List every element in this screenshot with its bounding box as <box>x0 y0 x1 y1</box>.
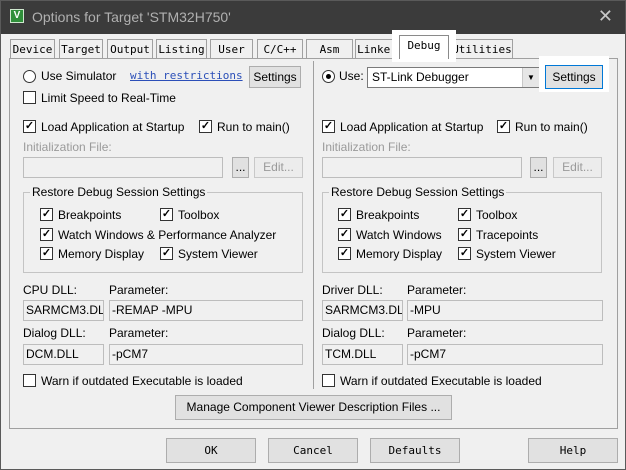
warn-outdated-label-right: Warn if outdated Executable is loaded <box>340 374 542 388</box>
dialog-param-label-left: Parameter: <box>109 326 169 340</box>
warn-outdated-checkbox-left[interactable] <box>23 374 36 387</box>
tab-device[interactable]: Device <box>10 39 55 59</box>
cpu-param-field[interactable]: -REMAP -MPU <box>109 300 303 321</box>
driver-dll-field[interactable]: SARMCM3.DLL <box>322 300 403 321</box>
manage-component-viewer-button[interactable]: Manage Component Viewer Description File… <box>175 395 452 420</box>
init-file-browse-right[interactable]: ... <box>530 157 547 178</box>
tracepoints-checkbox-right[interactable]: ✓ <box>458 228 471 241</box>
init-file-label-right: Initialization File: <box>322 140 411 154</box>
driver-param-label: Parameter: <box>407 283 467 297</box>
watch-windows-checkbox-left[interactable]: ✓ <box>40 228 53 241</box>
warn-outdated-checkbox-right[interactable] <box>322 374 335 387</box>
use-debugger-radio[interactable] <box>322 70 335 83</box>
breakpoints-checkbox-right[interactable]: ✓ <box>338 208 351 221</box>
cancel-button[interactable]: Cancel <box>268 438 358 463</box>
tab-asm[interactable]: Asm <box>306 39 353 59</box>
toolbox-checkbox-right[interactable]: ✓ <box>458 208 471 221</box>
keil-app-icon: V <box>10 9 24 23</box>
run-main-checkbox-right[interactable]: ✓ <box>497 120 510 133</box>
cpu-dll-label: CPU DLL: <box>23 283 78 297</box>
init-file-browse-left[interactable]: ... <box>232 157 249 178</box>
cpu-param-label: Parameter: <box>109 283 169 297</box>
title-bar: V Options for Target 'STM32H750' ✕ <box>1 1 625 34</box>
dialog-param-field-right[interactable]: -pCM7 <box>407 344 603 365</box>
memory-display-label-left: Memory Display <box>58 247 145 261</box>
tab-user[interactable]: User <box>210 39 253 59</box>
with-restrictions-link[interactable]: with restrictions <box>130 69 243 82</box>
init-file-edit-right[interactable]: Edit... <box>553 157 602 178</box>
simulator-settings-button[interactable]: Settings <box>249 66 301 88</box>
driver-dll-label: Driver DLL: <box>322 283 383 297</box>
dialog-param-field-left[interactable]: -pCM7 <box>109 344 303 365</box>
run-main-checkbox-left[interactable]: ✓ <box>199 120 212 133</box>
memory-display-checkbox-left[interactable]: ✓ <box>40 247 53 260</box>
tab-c-cpp[interactable]: C/C++ <box>257 39 303 59</box>
dialog-dll-label-right: Dialog DLL: <box>322 326 385 340</box>
defaults-button[interactable]: Defaults <box>370 438 460 463</box>
watch-windows-label-right: Watch Windows <box>356 228 442 242</box>
init-file-edit-left[interactable]: Edit... <box>254 157 303 178</box>
close-icon[interactable]: ✕ <box>598 6 613 27</box>
dialog-param-label-right: Parameter: <box>407 326 467 340</box>
dialog-dll-field-right[interactable]: TCM.DLL <box>322 344 403 365</box>
load-app-checkbox-left[interactable]: ✓ <box>23 120 36 133</box>
window-title: Options for Target 'STM32H750' <box>32 9 231 25</box>
tab-debug[interactable]: Debug <box>399 35 449 59</box>
init-file-input-left[interactable] <box>23 157 223 178</box>
tab-utilities[interactable]: Utilities <box>451 39 513 59</box>
restore-group-title-left: Restore Debug Session Settings <box>30 185 208 199</box>
use-simulator-label: Use Simulator <box>41 69 117 83</box>
memory-display-label-right: Memory Display <box>356 247 443 261</box>
watch-windows-label-left: Watch Windows & Performance Analyzer <box>58 228 277 242</box>
debugger-select[interactable]: ST-Link Debugger ▼ <box>367 67 540 88</box>
system-viewer-checkbox-left[interactable]: ✓ <box>160 247 173 260</box>
dialog-dll-field-left[interactable]: DCM.DLL <box>23 344 104 365</box>
toolbox-checkbox-left[interactable]: ✓ <box>160 208 173 221</box>
init-file-label-left: Initialization File: <box>23 140 112 154</box>
memory-display-checkbox-right[interactable]: ✓ <box>338 247 351 260</box>
limit-speed-label: Limit Speed to Real-Time <box>41 91 176 105</box>
restore-group-title-right: Restore Debug Session Settings <box>329 185 507 199</box>
help-button[interactable]: Help <box>528 438 618 463</box>
tracepoints-label-right: Tracepoints <box>476 228 539 242</box>
init-file-input-right[interactable] <box>322 157 522 178</box>
warn-outdated-label-left: Warn if outdated Executable is loaded <box>41 374 243 388</box>
driver-param-field[interactable]: -MPU <box>407 300 603 321</box>
column-separator <box>313 61 314 389</box>
ok-button[interactable]: OK <box>166 438 256 463</box>
breakpoints-label-right: Breakpoints <box>356 208 420 222</box>
system-viewer-label-left: System Viewer <box>178 247 258 261</box>
debugger-settings-button[interactable]: Settings <box>545 65 603 89</box>
debugger-select-value: ST-Link Debugger <box>372 70 469 84</box>
tab-listing[interactable]: Listing <box>156 39 207 59</box>
system-viewer-checkbox-right[interactable]: ✓ <box>458 247 471 260</box>
system-viewer-label-right: System Viewer <box>476 247 556 261</box>
load-app-label-right: Load Application at Startup <box>340 120 484 134</box>
breakpoints-label-left: Breakpoints <box>58 208 122 222</box>
watch-windows-checkbox-right[interactable]: ✓ <box>338 228 351 241</box>
use-simulator-radio[interactable] <box>23 70 36 83</box>
breakpoints-checkbox-left[interactable]: ✓ <box>40 208 53 221</box>
cpu-dll-field[interactable]: SARMCM3.DLL <box>23 300 104 321</box>
chevron-down-icon[interactable]: ▼ <box>522 68 539 87</box>
toolbox-label-left: Toolbox <box>178 208 220 222</box>
tab-output[interactable]: Output <box>107 39 153 59</box>
load-app-label-left: Load Application at Startup <box>41 120 185 134</box>
limit-speed-checkbox[interactable] <box>23 91 36 104</box>
tab-target[interactable]: Target <box>59 39 103 59</box>
dialog-dll-label-left: Dialog DLL: <box>23 326 86 340</box>
run-main-label-left: Run to main() <box>217 120 290 134</box>
use-label: Use: <box>339 69 364 83</box>
run-main-label-right: Run to main() <box>515 120 588 134</box>
toolbox-label-right: Toolbox <box>476 208 518 222</box>
load-app-checkbox-right[interactable]: ✓ <box>322 120 335 133</box>
options-dialog: V Options for Target 'STM32H750' ✕ Devic… <box>0 0 626 470</box>
